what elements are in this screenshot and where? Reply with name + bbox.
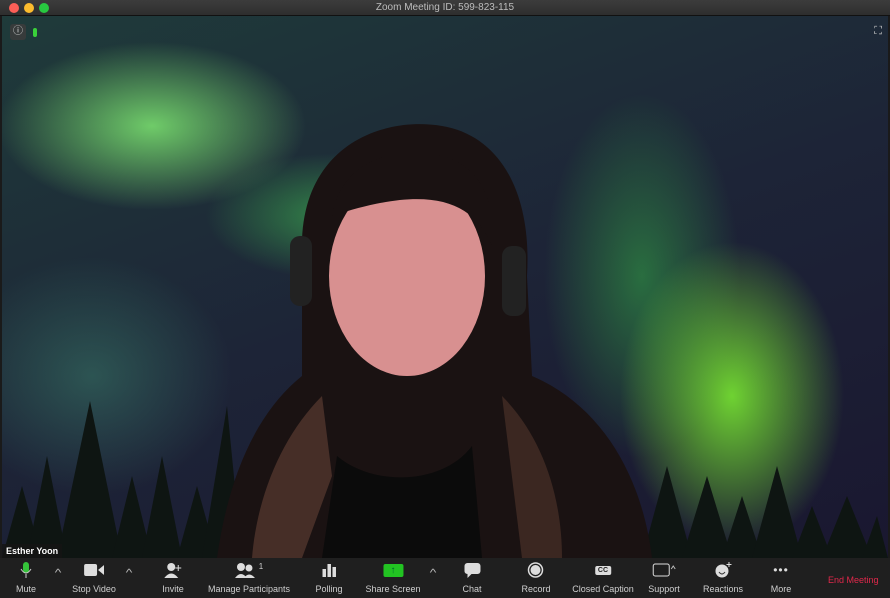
window-title: Zoom Meeting ID: 599-823-115: [375, 2, 515, 13]
stop-video-button[interactable]: Stop Video: [72, 558, 116, 598]
mute-button[interactable]: Mute: [16, 558, 36, 598]
video-camera-icon: [72, 558, 116, 582]
reactions-button[interactable]: Reactions: [703, 558, 743, 598]
share-screen-button[interactable]: ↑ Share Screen: [365, 558, 421, 598]
add-person-icon: [162, 558, 184, 582]
background-scene: [2, 124, 888, 558]
participants-icon: 1: [208, 558, 290, 582]
participant-name-label: Esther Yoon: [2, 544, 63, 558]
more-button[interactable]: ••• More: [771, 558, 792, 598]
support-button[interactable]: Support: [648, 558, 680, 598]
record-icon: [521, 558, 550, 582]
share-screen-icon: ↑: [365, 558, 420, 582]
audio-options-caret-icon[interactable]: ^: [55, 568, 62, 579]
bar-chart-icon: [315, 558, 342, 582]
meeting-toolbar: Mute ^ Stop Video ^ Invite 1 Manage Part…: [0, 558, 890, 598]
invite-button[interactable]: Invite: [162, 558, 184, 598]
share-options-caret-icon[interactable]: ^: [430, 568, 437, 579]
meeting-info-icon[interactable]: ⓘ: [10, 24, 26, 40]
title-bar: Zoom Meeting ID: 599-823-115: [0, 0, 890, 16]
remote-support-icon: [648, 558, 680, 582]
closed-caption-icon: CC: [594, 565, 612, 575]
end-meeting-button[interactable]: End Meeting: [828, 575, 879, 585]
person: [217, 124, 652, 558]
video-feed: ⓘ ⛶: [2, 16, 888, 558]
connection-indicator-icon: [33, 28, 37, 37]
fullscreen-icon[interactable]: ⛶: [874, 25, 882, 38]
manage-participants-button[interactable]: 1 Manage Participants: [208, 558, 290, 598]
closed-caption-button[interactable]: CC Closed Caption: [572, 558, 634, 598]
more-dots-icon: •••: [773, 563, 789, 577]
polling-button[interactable]: Polling: [315, 558, 343, 598]
microphone-icon: [16, 558, 36, 582]
emoji-icon: [703, 558, 743, 582]
record-button[interactable]: Record: [521, 558, 551, 598]
participant-count: 1: [258, 561, 264, 571]
chat-button[interactable]: Chat: [462, 558, 482, 598]
chat-bubble-icon: [462, 558, 481, 582]
video-options-caret-icon[interactable]: ^: [126, 568, 133, 579]
